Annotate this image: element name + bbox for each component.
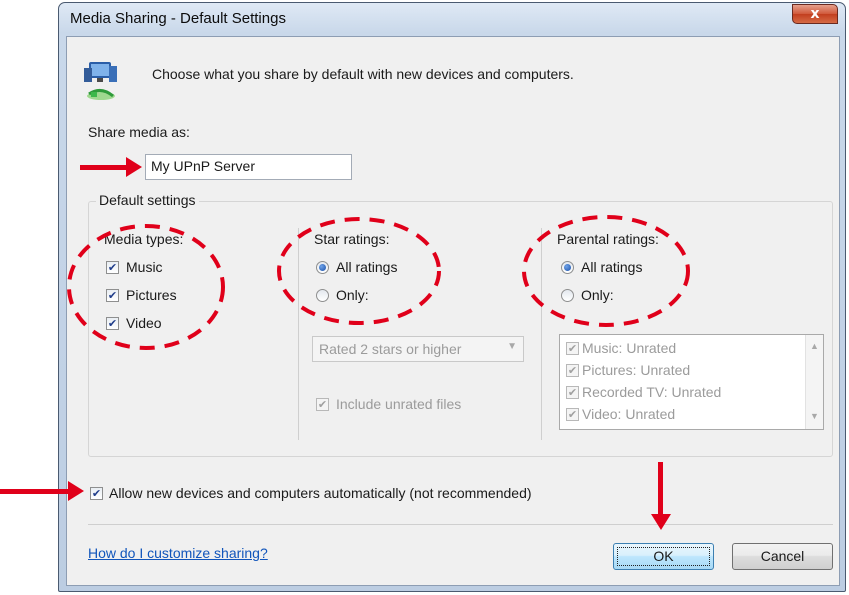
annotation-circle-icon bbox=[522, 215, 690, 327]
annotation-circle-icon bbox=[67, 224, 225, 350]
annotation-circles bbox=[67, 215, 690, 350]
annotation-circle-icon bbox=[277, 217, 441, 325]
